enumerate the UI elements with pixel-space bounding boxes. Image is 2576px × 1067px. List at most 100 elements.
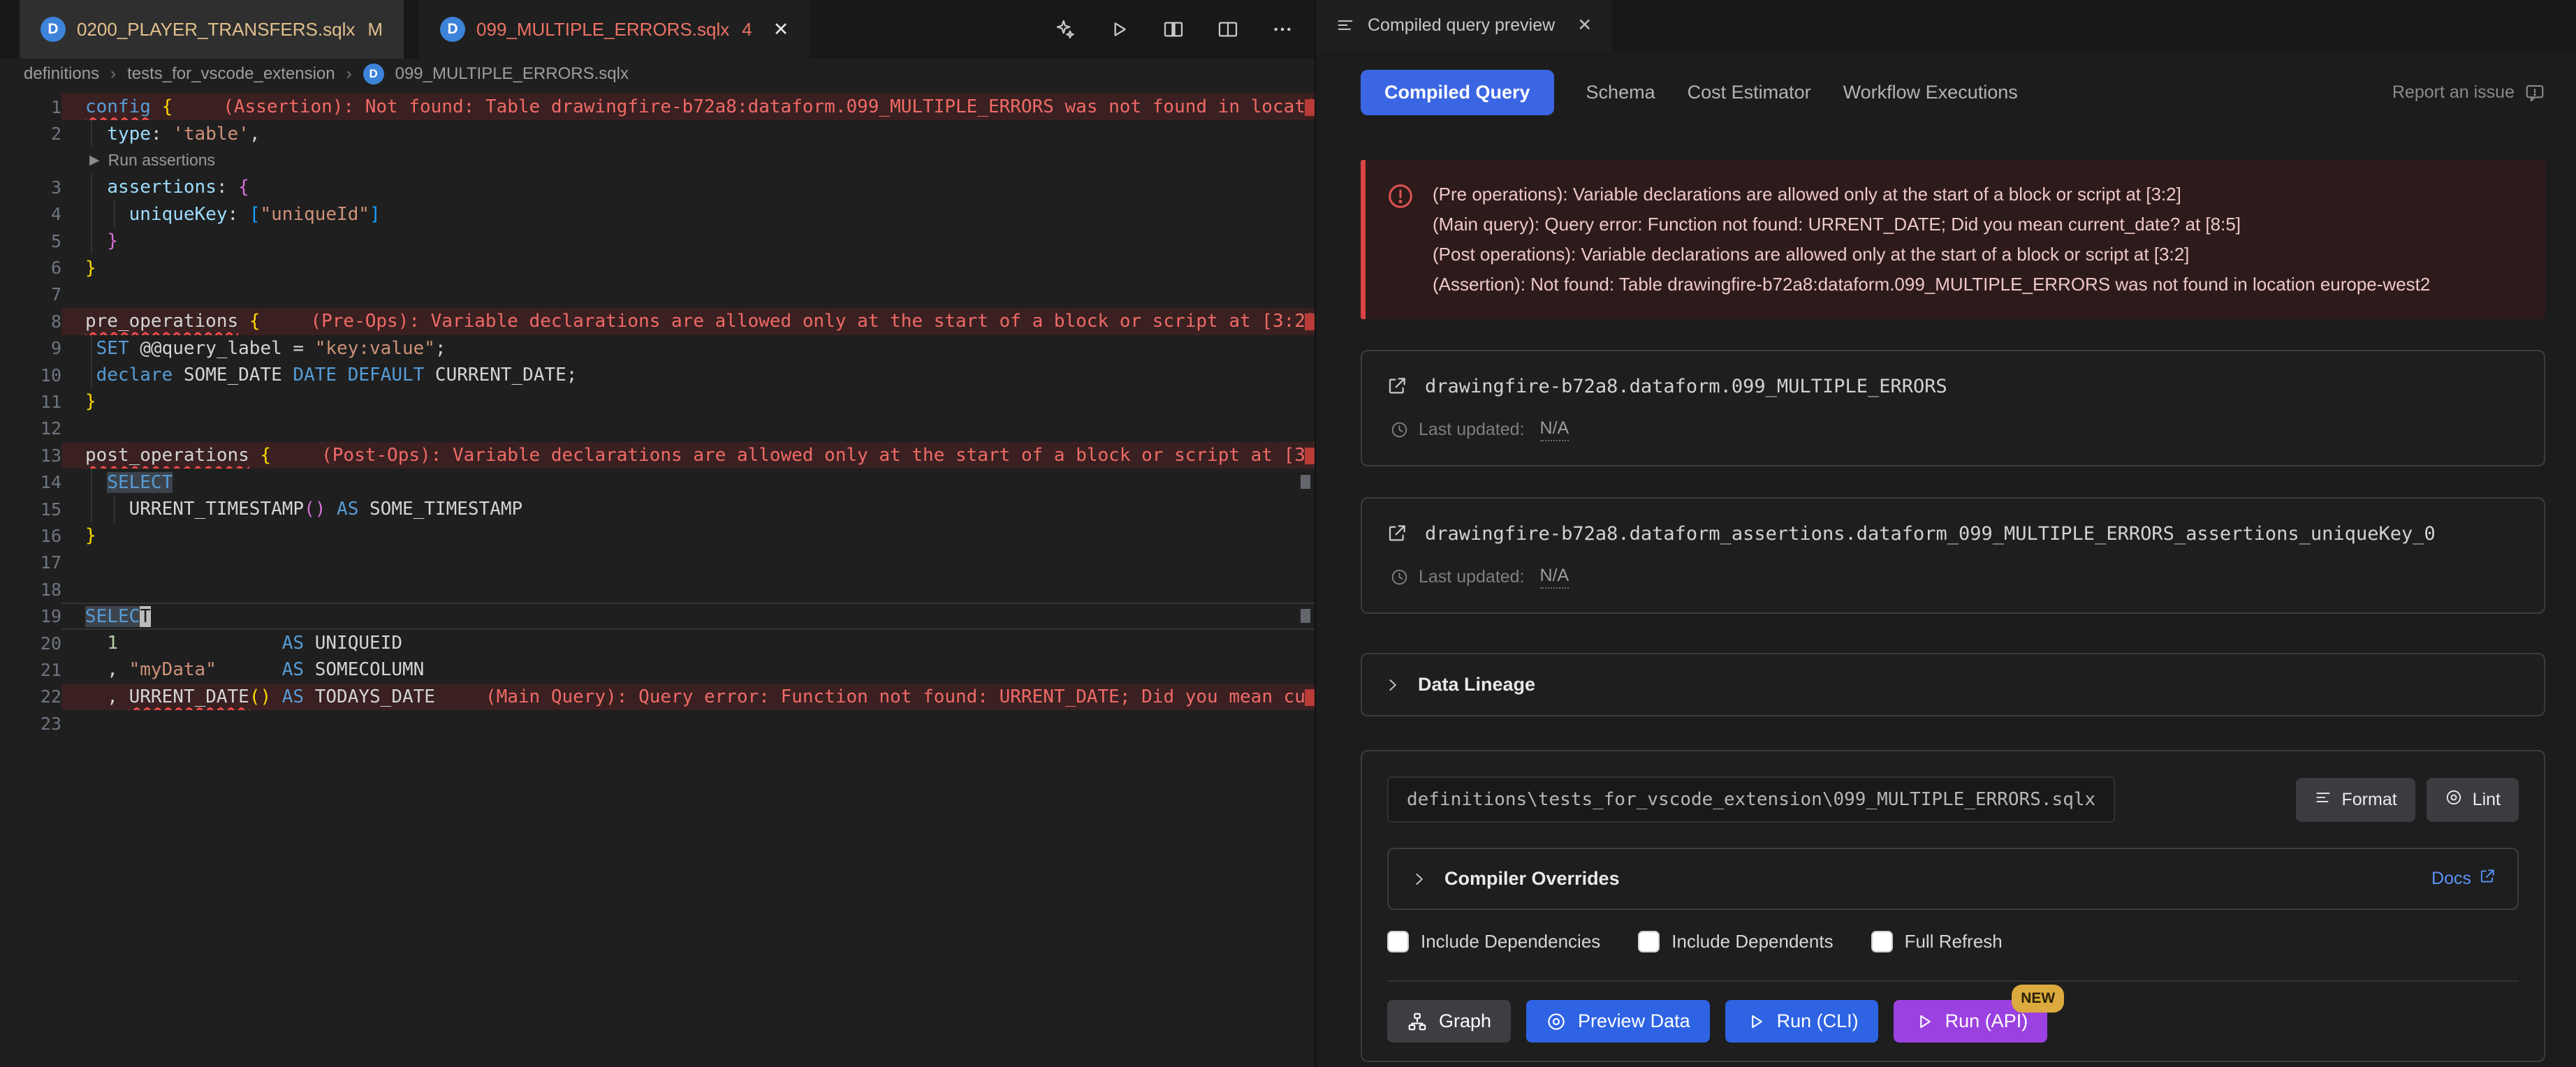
breadcrumb-item[interactable]: tests_for_vscode_extension [127,64,335,84]
code-line-23: 23 [0,710,1315,737]
layout-icon[interactable] [1217,18,1239,41]
line-content: 1 AS UNIQUEID [61,630,1315,656]
editor-scrollbar[interactable] [1299,94,1315,1067]
lint-button[interactable]: Lint [2427,778,2519,822]
checkbox-include-dependencies[interactable]: Include Dependencies [1387,931,1600,952]
inline-error-annotation: (Pre-Ops): Variable declarations are all… [310,311,1315,332]
line-number: 7 [0,281,61,308]
indent-guide [114,201,115,228]
last-updated-row: Last updated:N/A [1386,566,2520,589]
divider [1387,980,2519,982]
editor-tab-0200_PLAYER_TRANSFERS.sqlx[interactable]: D0200_PLAYER_TRANSFERS.sqlxM [20,0,404,59]
panel-tab-compiled-query-preview[interactable]: Compiled query preview ✕ [1316,0,1611,50]
code-line-21: 21 , "myData" AS SOMECOLUMN [0,656,1315,683]
line-content: } [61,254,1315,281]
clock-icon [1390,568,1409,587]
line-number: 14 [0,469,61,495]
indent-guide [91,335,92,362]
code-line-11: 11} [0,388,1315,415]
more-icon[interactable] [1271,18,1294,41]
code-line-7: 7 [0,281,1315,308]
close-icon[interactable]: ✕ [1577,15,1592,36]
format-button[interactable]: Format [2296,778,2415,822]
vscode-window: D0200_PLAYER_TRANSFERS.sqlxMD099_MULTIPL… [0,0,2576,1067]
code-line-15: 15 URRENT_TIMESTAMP() AS SOME_TIMESTAMP [0,496,1315,522]
lint-button-label: Lint [2473,790,2501,810]
indent-guide [91,201,92,228]
error-overview-mark [1305,689,1315,706]
table-link[interactable]: drawingfire-b72a8.dataform.099_MULTIPLE_… [1386,375,2520,397]
preview-data-button[interactable]: Preview Data [1526,1000,1710,1043]
run-icon[interactable] [1108,18,1130,41]
inline-error-annotation: (Assertion): Not found: Table drawingfir… [223,96,1315,117]
graph-button[interactable]: Graph [1387,1000,1511,1043]
compiler-overrides-section[interactable]: Compiler Overrides Docs [1387,848,2519,910]
panel-nav-tab-workflow-executions[interactable]: Workflow Executions [1843,82,2018,103]
docs-link[interactable]: Docs [2431,867,2496,890]
output-list-icon [1335,15,1355,35]
table-link[interactable]: drawingfire-b72a8.dataform_assertions.da… [1386,522,2520,545]
breadcrumb-item[interactable]: definitions [24,64,99,84]
editor-pane: D0200_PLAYER_TRANSFERS.sqlxMD099_MULTIPL… [0,0,1316,1067]
editor-tab-099_MULTIPLE_ERRORS.sqlx[interactable]: D099_MULTIPLE_ERRORS.sqlx4✕ [419,0,810,59]
checkbox-box[interactable] [1871,931,1893,952]
error-message-line: (Main query): Query error: Function not … [1433,209,2430,240]
error-overview-mark [1305,448,1315,464]
checkbox-full-refresh[interactable]: Full Refresh [1871,931,2003,952]
line-number: 17 [0,550,61,576]
code-line-20: 20 1 AS UNIQUEID [0,630,1315,656]
line-content: } [61,228,1315,254]
checkbox-label: Include Dependencies [1421,931,1600,952]
table-name: drawingfire-b72a8.dataform.099_MULTIPLE_… [1425,376,1947,397]
tab-badge: M [367,19,383,41]
split-columns-icon[interactable] [1162,18,1185,41]
line-content: config {(Assertion): Not found: Table dr… [61,94,1315,120]
play-icon [1745,1011,1766,1032]
panel-nav-tab-cost-estimator[interactable]: Cost Estimator [1688,82,1811,103]
line-number: 13 [0,442,61,469]
panel-nav-tab-schema[interactable]: Schema [1586,82,1655,103]
run-api--button[interactable]: Run (API)NEW [1894,1000,2048,1043]
breadcrumb-file[interactable]: 099_MULTIPLE_ERRORS.sqlx [395,64,629,84]
sparkle-icon[interactable] [1053,18,1076,41]
last-updated-label: Last updated: [1419,567,1525,587]
file-path-row: definitions\tests_for_vscode_extension\0… [1387,777,2519,823]
close-icon[interactable]: ✕ [773,19,789,41]
line-number: 22 [0,684,61,710]
run-assertions-codelens[interactable]: ▶Run assertions [0,151,215,170]
code-editor[interactable]: 1config {(Assertion): Not found: Table d… [0,89,1315,1067]
graph-icon [1407,1011,1428,1032]
line-number: 15 [0,496,61,522]
code-line-9: 9 SET @@query_label = "key:value"; [0,335,1315,362]
indent-guide [91,469,92,495]
checkbox-label: Include Dependents [1671,931,1833,952]
breadcrumb[interactable]: definitions›tests_for_vscode_extension›D… [0,59,1315,89]
error-messages: (Pre operations): Variable declarations … [1433,179,2430,300]
checkbox-include-dependents[interactable]: Include Dependents [1638,931,1833,952]
checkbox-box[interactable] [1638,931,1660,952]
table-card: drawingfire-b72a8.dataform_assertions.da… [1361,497,2545,614]
data-lineage-label: Data Lineage [1418,674,1535,696]
codelens-row: ▶Run assertions [0,147,1315,174]
run-options-checkboxes: Include Dependencies Include Dependents Fu… [1387,931,2519,952]
code-line-14: 14 SELECT [0,469,1315,495]
button-label: Graph [1439,1010,1491,1032]
tab-badge: 4 [742,19,752,41]
selection-overview-mark [1301,475,1310,489]
report-an-issue-link[interactable]: Report an issue [2392,82,2545,103]
new-badge: NEW [2012,985,2064,1013]
code-line-16: 16} [0,522,1315,549]
line-content [61,710,1315,737]
checkbox-label: Full Refresh [1905,931,2003,952]
run-cli--button[interactable]: Run (CLI) [1725,1000,1878,1043]
compiled-query-panel: Compiled query preview ✕ Compiled Query S… [1316,0,2576,1067]
data-lineage-section[interactable]: Data Lineage [1361,653,2545,716]
panel-nav-tab-compiled-query[interactable]: Compiled Query [1361,70,1554,115]
line-content: type: 'table', [61,120,1315,147]
line-number: 11 [0,388,61,415]
code-line-17: 17 [0,550,1315,576]
checkbox-box[interactable] [1387,931,1409,952]
error-overview-mark [1305,99,1315,116]
last-updated-value: N/A [1540,418,1569,441]
panel-tab-title: Compiled query preview [1368,15,1555,36]
